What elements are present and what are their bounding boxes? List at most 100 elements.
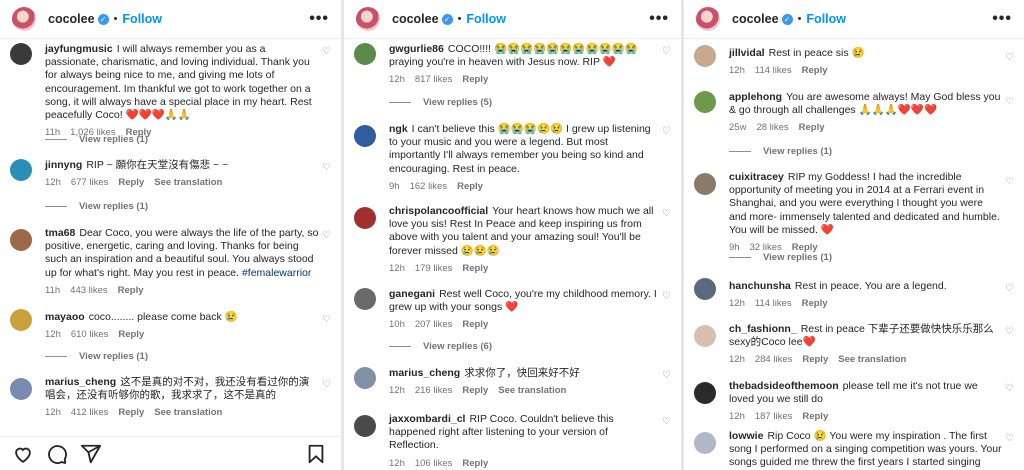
see-translation-button[interactable]: See translation	[154, 407, 222, 418]
avatar[interactable]	[354, 415, 376, 437]
reply-button[interactable]: Reply	[118, 285, 144, 296]
comment-username[interactable]: ganegani	[389, 288, 435, 300]
comment-likes[interactable]: 817 likes	[415, 74, 453, 85]
more-options-icon[interactable]: •••	[309, 10, 329, 28]
follow-button[interactable]: Follow	[466, 12, 506, 26]
avatar[interactable]	[694, 91, 716, 113]
avatar[interactable]	[10, 378, 32, 400]
follow-button[interactable]: Follow	[806, 12, 846, 26]
reply-button[interactable]: Reply	[462, 319, 488, 330]
comment-username[interactable]: gwgurlie86	[389, 43, 444, 55]
comment-likes[interactable]: 216 likes	[415, 385, 453, 396]
like-heart-icon[interactable]: ♡	[322, 163, 332, 173]
avatar[interactable]	[354, 125, 376, 147]
like-heart-icon[interactable]: ♡	[322, 315, 332, 325]
like-heart-icon[interactable]: ♡	[662, 47, 672, 57]
comment-username[interactable]: jayfungmusic	[45, 43, 113, 55]
reply-button[interactable]: Reply	[462, 458, 488, 469]
owner-username[interactable]: cocolee	[732, 12, 779, 26]
reply-button[interactable]: Reply	[118, 177, 144, 188]
comment-username[interactable]: cuixitracey	[729, 171, 784, 183]
comment-likes[interactable]: 114 likes	[755, 65, 792, 76]
comment-username[interactable]: marius_cheng	[389, 367, 460, 379]
comment-username[interactable]: jaxxombardi_cl	[389, 413, 465, 425]
more-options-icon[interactable]: •••	[649, 10, 669, 28]
like-heart-icon[interactable]: ♡	[662, 127, 672, 137]
owner-username[interactable]: cocolee	[48, 12, 95, 26]
like-heart-icon[interactable]: ♡	[1005, 177, 1015, 187]
reply-button[interactable]: Reply	[799, 122, 825, 133]
comment-username[interactable]: ngk	[389, 123, 408, 135]
comment-likes[interactable]: 162 likes	[410, 181, 448, 192]
avatar[interactable]	[354, 43, 376, 65]
reply-button[interactable]: Reply	[462, 74, 488, 85]
reply-button[interactable]: Reply	[462, 263, 488, 274]
avatar[interactable]	[694, 325, 716, 347]
bookmark-icon[interactable]	[305, 443, 327, 465]
like-heart-icon[interactable]: ♡	[1005, 384, 1015, 394]
avatar[interactable]	[10, 229, 32, 251]
avatar[interactable]	[354, 367, 376, 389]
avatar[interactable]	[694, 278, 716, 300]
like-heart-icon[interactable]: ♡	[322, 380, 332, 390]
avatar[interactable]	[354, 288, 376, 310]
like-heart-icon[interactable]: ♡	[662, 417, 672, 427]
comment-username[interactable]: applehong	[729, 91, 782, 103]
avatar[interactable]	[354, 207, 376, 229]
view-replies-button[interactable]: View replies (1)	[729, 146, 832, 157]
comment-likes[interactable]: 412 likes	[71, 407, 109, 418]
view-replies-button[interactable]: View replies (1)	[45, 351, 148, 362]
see-translation-button[interactable]: See translation	[154, 177, 222, 188]
comment-likes[interactable]: 114 likes	[755, 298, 792, 309]
comment-likes[interactable]: 677 likes	[71, 177, 109, 188]
reply-button[interactable]: Reply	[457, 181, 483, 192]
reply-button[interactable]: Reply	[802, 298, 828, 309]
view-replies-button[interactable]: View replies (5)	[389, 97, 492, 108]
follow-button[interactable]: Follow	[122, 12, 162, 26]
owner-avatar[interactable]	[12, 7, 36, 31]
comment-username[interactable]: thebadsideofthemoon	[729, 380, 839, 392]
comment-icon[interactable]	[46, 443, 68, 465]
like-heart-icon[interactable]: ♡	[662, 371, 672, 381]
comment-likes[interactable]: 106 likes	[415, 458, 453, 469]
like-heart-icon[interactable]: ♡	[322, 231, 332, 241]
avatar[interactable]	[10, 159, 32, 181]
avatar[interactable]	[694, 45, 716, 67]
like-heart-icon[interactable]: ♡	[1005, 434, 1015, 444]
reply-button[interactable]: Reply	[802, 354, 828, 365]
share-icon[interactable]	[80, 443, 102, 465]
comment-likes[interactable]: 207 likes	[415, 319, 453, 330]
see-translation-button[interactable]: See translation	[838, 354, 906, 365]
comment-likes[interactable]: 610 likes	[71, 329, 109, 340]
comment-likes[interactable]: 443 likes	[70, 285, 108, 296]
hashtag-link[interactable]: #femalewarrior	[242, 267, 311, 279]
comment-username[interactable]: tma68	[45, 227, 75, 239]
see-translation-button[interactable]: See translation	[498, 385, 566, 396]
comment-likes[interactable]: 187 likes	[755, 411, 793, 422]
reply-button[interactable]: Reply	[462, 385, 488, 396]
owner-username[interactable]: cocolee	[392, 12, 439, 26]
like-heart-icon[interactable]: ♡	[1005, 97, 1015, 107]
more-options-icon[interactable]: •••	[992, 10, 1012, 28]
heart-icon[interactable]	[12, 443, 34, 465]
like-heart-icon[interactable]: ♡	[662, 292, 672, 302]
reply-button[interactable]: Reply	[802, 65, 828, 76]
owner-avatar[interactable]	[356, 7, 380, 31]
comment-username[interactable]: hanchunsha	[729, 280, 791, 292]
comment-username[interactable]: jillvidal	[729, 47, 765, 59]
avatar[interactable]	[694, 432, 716, 454]
view-replies-button[interactable]: View replies (1)	[45, 134, 148, 145]
reply-button[interactable]: Reply	[118, 329, 144, 340]
comment-username[interactable]: chrispolancoofficial	[389, 205, 488, 217]
like-heart-icon[interactable]: ♡	[1005, 53, 1015, 63]
view-replies-button[interactable]: View replies (1)	[729, 252, 832, 263]
like-heart-icon[interactable]: ♡	[1005, 284, 1015, 294]
comment-likes[interactable]: 28 likes	[756, 122, 788, 133]
reply-button[interactable]: Reply	[802, 411, 828, 422]
avatar[interactable]	[10, 43, 32, 65]
comment-username[interactable]: jinnyng	[45, 159, 82, 171]
like-heart-icon[interactable]: ♡	[322, 47, 332, 57]
comment-likes[interactable]: 179 likes	[415, 263, 453, 274]
view-replies-button[interactable]: View replies (6)	[389, 341, 492, 352]
comment-likes[interactable]: 284 likes	[755, 354, 793, 365]
